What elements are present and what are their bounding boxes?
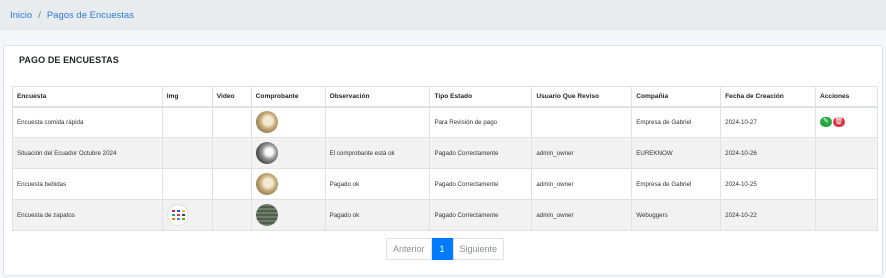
table-header-row: Encuesta Img Video Comprobante Observaci… — [12, 86, 879, 108]
trash-icon: 🗑 — [834, 118, 844, 126]
cell-compania: Empresa de Gabriel — [631, 168, 722, 200]
payments-card: PAGO DE ENCUESTAS Encuesta Img Video Com… — [3, 45, 883, 276]
pencil-icon: ✎ — [823, 118, 829, 126]
column-header-tipo-estado[interactable]: Tipo Estado — [429, 86, 533, 108]
cell-usuario: admin_owner — [531, 137, 633, 169]
cell-acciones — [814, 199, 879, 231]
cell-img — [161, 137, 213, 169]
page-1-button[interactable]: 1 — [431, 238, 453, 260]
cell-video — [211, 199, 252, 231]
cell-comprobante — [250, 168, 326, 200]
receipt-thumbnail[interactable] — [255, 173, 278, 195]
cell-img — [161, 168, 213, 200]
cell-usuario — [531, 106, 633, 138]
breadcrumb: Inicio / Pagos de Encuestas — [0, 0, 886, 30]
cell-fecha: 2024-10-22 — [720, 199, 816, 231]
receipt-thumbnail[interactable] — [255, 111, 278, 134]
receipt-thumbnail[interactable] — [255, 204, 278, 226]
column-header-img[interactable]: Img — [161, 86, 213, 108]
breadcrumb-separator: / — [38, 10, 41, 21]
card-title: PAGO DE ENCUESTAS — [19, 55, 119, 65]
pagination: Anterior 1 Siguiente — [386, 238, 505, 260]
cell-fecha: 2024-10-25 — [720, 168, 816, 200]
cell-encuesta: Situación del Ecuador Octubre 2024 — [12, 137, 163, 169]
delete-button[interactable]: 🗑 — [832, 117, 845, 128]
cell-fecha: 2024-10-27 — [720, 106, 816, 138]
previous-page-button[interactable]: Anterior — [386, 238, 432, 260]
cell-encuesta: Encuesta comida rápida — [12, 106, 163, 138]
cell-comprobante — [250, 199, 326, 231]
cell-encuesta: Encuesta bebidas — [12, 168, 163, 200]
cell-acciones — [814, 168, 879, 200]
column-header-usuario[interactable]: Usuario Que Reviso — [531, 86, 633, 108]
cell-encuesta: Encuesta de zapatos — [12, 199, 163, 231]
breadcrumb-current-link[interactable]: Pagos de Encuestas — [47, 10, 134, 21]
cell-tipo-estado: Pagado Correctamente — [429, 199, 533, 231]
cell-video — [211, 106, 252, 138]
cell-video — [211, 137, 252, 169]
cell-acciones: ✎ 🗑 — [814, 106, 879, 138]
cell-video — [211, 168, 252, 200]
cell-acciones — [814, 137, 879, 169]
table-row: Encuesta de zapatos Pagado ok Pagado Cor… — [12, 199, 879, 231]
cell-tipo-estado: Pagado Correctamente — [429, 168, 533, 200]
receipt-thumbnail[interactable] — [255, 142, 278, 164]
cell-usuario: admin_owner — [531, 199, 633, 231]
column-header-compania[interactable]: Compañia — [631, 86, 722, 108]
table-row: Situación del Ecuador Octubre 2024 El co… — [12, 137, 879, 169]
cell-usuario: admin_owner — [531, 168, 633, 200]
cell-fecha: 2024-10-26 — [720, 137, 816, 169]
cell-comprobante — [250, 106, 326, 138]
column-header-fecha[interactable]: Fecha de Creación — [720, 86, 816, 108]
cell-observacion — [324, 106, 431, 138]
breadcrumb-home-link[interactable]: Inicio — [10, 10, 32, 21]
cell-compania: EUREKNOW — [631, 137, 722, 169]
table-row: Encuesta comida rápida Para Revisión de … — [12, 106, 879, 138]
next-page-button[interactable]: Siguiente — [452, 238, 505, 260]
cell-tipo-estado: Para Revisión de pago — [429, 106, 533, 138]
cell-observacion: El comprobante está ok — [324, 137, 431, 169]
column-header-video[interactable]: Video — [211, 86, 252, 108]
cell-img — [161, 106, 213, 138]
cell-compania: Empresa de Gabriel — [631, 106, 722, 138]
edit-button[interactable]: ✎ — [819, 117, 832, 128]
cell-observacion: Pagado ok — [324, 199, 431, 231]
cell-observacion: Pagado ok — [324, 168, 431, 200]
table-row: Encuesta bebidas Pagado ok Pagado Correc… — [12, 168, 879, 200]
survey-image-thumbnail[interactable] — [166, 204, 189, 226]
cell-compania: Webuggers — [631, 199, 722, 231]
column-header-encuesta[interactable]: Encuesta — [12, 86, 163, 108]
payments-table: Encuesta Img Video Comprobante Observaci… — [12, 86, 879, 231]
cell-comprobante — [250, 137, 326, 169]
cell-img — [161, 199, 213, 231]
column-header-comprobante[interactable]: Comprobante — [250, 86, 326, 108]
column-header-acciones: Acciones — [814, 86, 879, 108]
cell-tipo-estado: Pagado Correctamente — [429, 137, 533, 169]
column-header-observacion[interactable]: Observación — [324, 86, 431, 108]
